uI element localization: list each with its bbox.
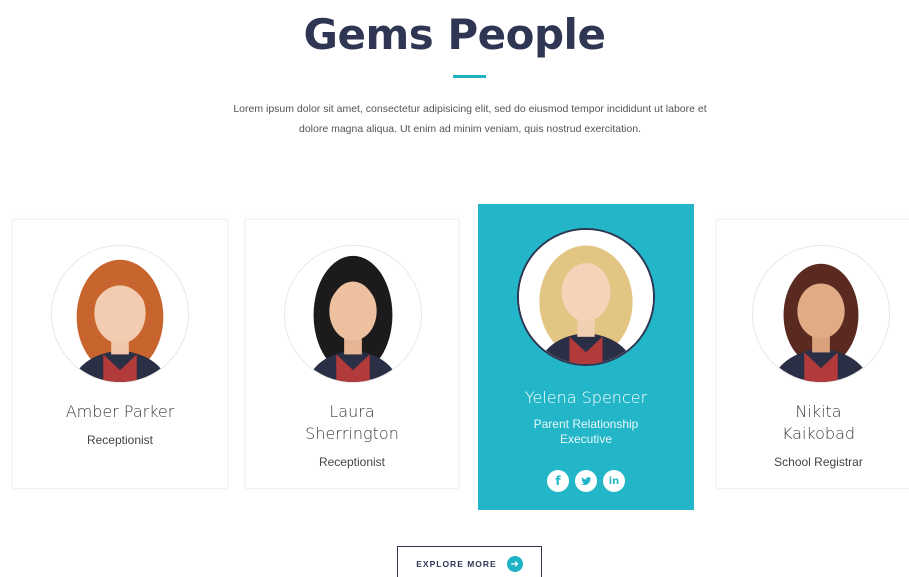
facebook-icon[interactable]: f (547, 470, 569, 492)
section-title: Gems People (303, 10, 606, 59)
avatar (51, 245, 189, 383)
person-role: Parent Relationship Executive (533, 417, 639, 446)
twitter-icon[interactable] (575, 470, 597, 492)
arrow-right-icon: ➜ (506, 556, 523, 572)
explore-more-button[interactable]: EXPLORE MORE ➜ (397, 546, 542, 577)
team-card-amber-parker[interactable]: Amber Parker Receptionist (12, 219, 228, 489)
avatar (517, 228, 655, 366)
person-name: Amber Parker (65, 402, 175, 421)
team-card-nikita-kaikobad[interactable]: Nikita Kaikobad School Registrar (716, 219, 909, 489)
avatar (284, 245, 422, 383)
section-intro: Lorem ipsum dolor sit amet, consectetur … (233, 103, 707, 135)
avatar (752, 245, 890, 383)
person-role: Receptionist (86, 433, 154, 447)
linkedin-icon[interactable]: in (603, 470, 625, 492)
team-card-yelena-spencer[interactable]: Yelena Spencer Parent Relationship Execu… (478, 204, 694, 510)
person-name: Yelena Spencer (524, 388, 648, 407)
person-name: Laura Sherrington (305, 402, 399, 443)
social-links: f in (478, 470, 694, 492)
explore-more-label: EXPLORE MORE (416, 559, 497, 569)
team-card-laura-sherrington[interactable]: Laura Sherrington Receptionist (245, 219, 459, 489)
person-name: Nikita Kaikobad (781, 402, 856, 443)
title-underline (453, 75, 486, 78)
person-role: School Registrar (774, 455, 863, 469)
person-role: Receptionist (318, 455, 386, 469)
